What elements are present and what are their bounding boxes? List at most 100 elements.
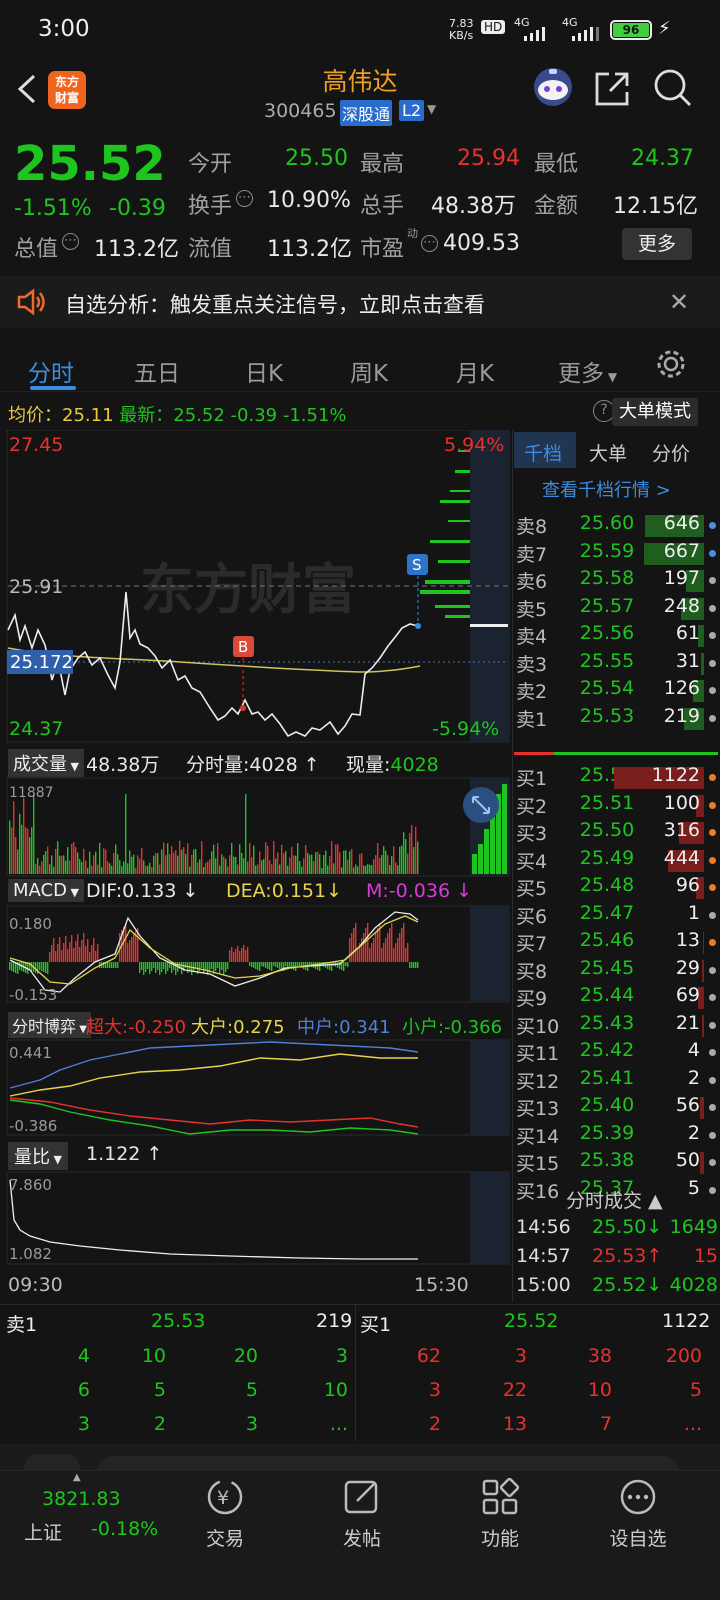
settings-gear-icon[interactable] bbox=[655, 348, 687, 380]
ask-price: 25.56 bbox=[579, 622, 635, 644]
tab-intraday[interactable]: 分时 bbox=[28, 354, 74, 388]
volume-bar bbox=[349, 851, 351, 874]
ask-row[interactable]: 卖3 25.55 31 bbox=[516, 650, 720, 678]
bid-row[interactable]: 买9 25.44 69 bbox=[516, 984, 720, 1012]
close-icon[interactable]: ✕ bbox=[669, 288, 689, 316]
amount-value: 12.15亿 bbox=[613, 194, 698, 219]
ask-row[interactable]: 卖5 25.57 248 bbox=[516, 595, 720, 623]
trades-title[interactable]: 分时成交 ▲ bbox=[566, 1186, 663, 1213]
macd-m: M:-0.036 ↓ bbox=[366, 880, 473, 902]
robot-assistant-icon[interactable] bbox=[532, 66, 574, 108]
macd-bar bbox=[71, 935, 73, 962]
bid-dot bbox=[709, 994, 716, 1001]
intraday-chart[interactable]: 东方财富 B S 27.45 5.94% 25.91 25.172 24.37 … bbox=[0, 430, 512, 1300]
more-button[interactable]: 更多 bbox=[622, 228, 692, 260]
macd-bar bbox=[355, 923, 357, 962]
bid-row[interactable]: 买8 25.45 29 bbox=[516, 957, 720, 985]
bid-volume: 2 bbox=[687, 1121, 700, 1144]
bid-row[interactable]: 买1 25.52 1122 bbox=[516, 764, 720, 792]
signal-banner[interactable]: 自选分析：触发重点关注信号，立即点击查看 ✕ bbox=[0, 276, 720, 328]
buy-order-cell: ... bbox=[683, 1413, 702, 1435]
tab-more[interactable]: 更多 ▼ bbox=[558, 354, 617, 388]
info-icon[interactable]: ⋯ bbox=[421, 235, 438, 252]
ratio-select[interactable]: 量比 ▼ bbox=[8, 1142, 68, 1170]
tab-five-day[interactable]: 五日 bbox=[134, 354, 180, 388]
ask-volume: 31 bbox=[675, 649, 700, 672]
index-value[interactable]: 3821.83 bbox=[42, 1488, 121, 1510]
amount-label: 金额 bbox=[534, 194, 579, 219]
chevron-down-icon[interactable]: ▼ bbox=[427, 102, 436, 116]
bid-dot bbox=[709, 801, 716, 809]
ask-row[interactable]: 卖4 25.56 61 bbox=[516, 622, 720, 650]
bid-row[interactable]: 买3 25.50 316 bbox=[516, 819, 720, 847]
ask-row[interactable]: 卖8 25.60 646 bbox=[516, 512, 720, 540]
volume-bar bbox=[237, 864, 239, 874]
macd-bar bbox=[365, 928, 367, 962]
bid-volume: 100 bbox=[663, 791, 700, 814]
volume-bar bbox=[129, 850, 131, 874]
volume-bar bbox=[337, 844, 339, 874]
tab-price-dist[interactable]: 分价 bbox=[652, 439, 690, 466]
hd-badge: HD bbox=[481, 20, 506, 34]
volume-bar bbox=[127, 863, 129, 874]
fund-select[interactable]: 分时博弈 ▼ bbox=[8, 1012, 91, 1038]
bid-label: 买5 bbox=[516, 878, 548, 900]
bid-row[interactable]: 买5 25.48 96 bbox=[516, 874, 720, 902]
big-order-mode-button[interactable]: 大单模式 bbox=[612, 398, 698, 426]
nav-functions-label: 功能 bbox=[480, 1528, 519, 1550]
bid-row[interactable]: 买7 25.46 13 bbox=[516, 929, 720, 957]
avg-value: 25.11 bbox=[62, 405, 114, 426]
tab-daily-k[interactable]: 日K bbox=[245, 354, 283, 388]
depth-link[interactable]: 查看千档行情 > bbox=[542, 476, 671, 502]
sell-order-cell: ... bbox=[329, 1413, 348, 1435]
ask-row[interactable]: 卖6 25.58 197 bbox=[516, 567, 720, 595]
buy-order-cell: 22 bbox=[502, 1379, 527, 1401]
volume-bar bbox=[175, 850, 177, 874]
bid-row[interactable]: 买15 25.38 50 bbox=[516, 1149, 720, 1177]
macd-bar bbox=[409, 962, 411, 968]
index-change[interactable]: -0.18% bbox=[91, 1518, 158, 1540]
nav-add-watchlist[interactable]: 设自选 bbox=[578, 1476, 698, 1551]
tab-weekly-k[interactable]: 周K bbox=[350, 354, 388, 388]
volume-bar bbox=[105, 849, 107, 874]
info-icon[interactable]: ⋯ bbox=[236, 190, 253, 207]
index-name[interactable]: 上证 bbox=[24, 1518, 62, 1545]
info-icon[interactable]: ⋯ bbox=[62, 233, 79, 250]
buy-order-cell: 38 bbox=[587, 1345, 612, 1367]
ask-row[interactable]: 卖1 25.53 219 bbox=[516, 705, 720, 733]
volume-bar bbox=[273, 841, 275, 874]
bid-row[interactable]: 买14 25.39 2 bbox=[516, 1122, 720, 1150]
macd-select[interactable]: MACD ▼ bbox=[8, 879, 84, 902]
tab-depth[interactable]: 千档 bbox=[524, 439, 562, 466]
volume-bar bbox=[335, 844, 337, 874]
macd-bar bbox=[377, 928, 379, 962]
share-icon[interactable] bbox=[593, 70, 631, 108]
bid-row[interactable]: 买2 25.51 100 bbox=[516, 792, 720, 820]
volume-bar bbox=[283, 853, 285, 874]
bid-volume-bar bbox=[703, 932, 704, 954]
bid-row[interactable]: 买4 25.49 444 bbox=[516, 847, 720, 875]
volume-select[interactable]: 成交量 ▼ bbox=[8, 749, 84, 777]
bid-row[interactable]: 买10 25.43 21 bbox=[516, 1012, 720, 1040]
macd-bar bbox=[143, 962, 145, 975]
search-icon[interactable] bbox=[653, 68, 693, 108]
bid-row[interactable]: 买11 25.42 4 bbox=[516, 1039, 720, 1067]
macd-bar bbox=[161, 962, 163, 972]
bid-row[interactable]: 买6 25.47 1 bbox=[516, 902, 720, 930]
volume-bar bbox=[181, 849, 183, 874]
nav-functions[interactable]: 功能 bbox=[440, 1476, 560, 1551]
bid-row[interactable]: 买12 25.41 2 bbox=[516, 1067, 720, 1095]
macd-bar bbox=[405, 948, 407, 962]
clock: 3:00 bbox=[38, 16, 90, 42]
ask-label: 卖2 bbox=[516, 681, 548, 703]
nav-trade[interactable]: ¥ 交易 bbox=[165, 1476, 285, 1551]
bid-row[interactable]: 买13 25.40 56 bbox=[516, 1094, 720, 1122]
nav-post[interactable]: 发帖 bbox=[302, 1476, 422, 1551]
volume-bar bbox=[25, 827, 27, 874]
ask-price: 25.59 bbox=[579, 539, 635, 562]
ask-row[interactable]: 卖7 25.59 667 bbox=[516, 540, 720, 568]
tab-monthly-k[interactable]: 月K bbox=[456, 354, 494, 388]
tab-big-order[interactable]: 大单 bbox=[589, 439, 627, 466]
ask-row[interactable]: 卖2 25.54 126 bbox=[516, 677, 720, 705]
sell-order-cell: 10 bbox=[323, 1379, 348, 1401]
